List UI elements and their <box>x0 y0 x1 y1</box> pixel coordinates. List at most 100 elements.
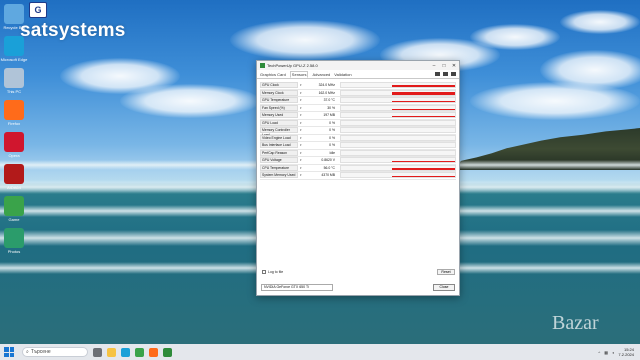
reset-button[interactable]: Reset <box>437 269 455 275</box>
sensor-graph <box>340 134 456 141</box>
chevron-down-icon[interactable]: ▾ <box>300 91 307 95</box>
chevron-down-icon[interactable]: ▾ <box>300 98 307 102</box>
chevron-down-icon[interactable]: ▾ <box>300 143 307 147</box>
sensor-row: PerfCap Reason ▾ Idle <box>260 149 456 157</box>
sensor-graph <box>340 172 456 179</box>
sensor-graph <box>340 164 456 171</box>
desktop-icon-label: Photos <box>7 249 21 254</box>
sensor-graph <box>340 149 456 156</box>
menu-icon[interactable] <box>451 72 456 76</box>
tab-graphics-card[interactable]: Graphics Card <box>260 72 286 77</box>
chevron-down-icon[interactable]: ▾ <box>300 158 307 162</box>
sensor-value: 56.0 °C <box>323 165 335 170</box>
sensor-graph-fill <box>392 176 455 178</box>
gpuz-window: TechPowerUp GPU-Z 2.58.0 – □ ✕ Graphics … <box>256 60 460 296</box>
sensor-graph <box>340 142 456 149</box>
tab-advanced[interactable]: Advanced <box>312 72 330 77</box>
sensor-label: System Memory Used <box>260 172 298 179</box>
sensor-graph-fill <box>392 91 455 95</box>
sensor-graph <box>340 157 456 164</box>
close-window-button[interactable]: ✕ <box>449 63 459 69</box>
taskbar-search[interactable]: ⌕ Търсене <box>22 347 88 357</box>
aida64-icon[interactable] <box>4 164 24 184</box>
computer-icon[interactable] <box>4 68 24 88</box>
chevron-down-icon[interactable]: ▾ <box>300 106 307 110</box>
sensor-graph-fill <box>392 108 455 110</box>
chevron-down-icon[interactable]: ▾ <box>300 173 307 177</box>
chevron-down-icon[interactable]: ▾ <box>300 136 307 140</box>
sensor-value: 37.0 °C <box>323 98 335 103</box>
search-placeholder: Търсене <box>30 349 51 355</box>
tab-validation[interactable]: Validation <box>334 72 351 77</box>
store-taskbar-icon[interactable] <box>135 347 144 357</box>
tab-sensors[interactable]: Sensors <box>289 70 309 78</box>
network-icon[interactable]: ▦ <box>604 350 608 355</box>
gpuz-taskbar-icon[interactable] <box>163 347 172 357</box>
chevron-down-icon[interactable]: ▾ <box>300 121 307 125</box>
sensor-graph <box>340 82 456 89</box>
sensor-value: 0 % <box>329 143 335 148</box>
window-title: TechPowerUp GPU-Z 2.58.0 <box>267 63 318 68</box>
sensor-graph-fill <box>392 84 455 88</box>
sensor-row: Memory Used ▾ 197 MB <box>260 112 456 120</box>
volume-icon[interactable]: ◖ <box>612 350 614 355</box>
firefox-taskbar-icon[interactable] <box>149 347 158 357</box>
clock-date: 7.2.2024 <box>618 352 634 357</box>
sensor-label: Memory Clock <box>260 89 298 96</box>
sensor-graph-fill <box>392 161 455 163</box>
sensor-graph <box>340 127 456 134</box>
log-to-file[interactable]: Log to file <box>262 270 283 274</box>
sensor-row: GPU Voltage ▾ 0.8620 V <box>260 157 456 165</box>
system-tray: ^ ▦ ◖ 15:24 7.2.2024 <box>598 347 640 357</box>
sensor-row: Memory Controller Load▾ 0 % <box>260 127 456 137</box>
sensor-graph-fill <box>392 116 455 118</box>
task-view-icon[interactable] <box>93 347 102 357</box>
refresh-icon[interactable] <box>443 72 448 76</box>
game-icon[interactable] <box>4 196 24 216</box>
chevron-down-icon[interactable]: ▾ <box>300 113 307 117</box>
start-button[interactable] <box>4 347 14 357</box>
desktop-icon-label: Recycle Bin <box>3 25 25 30</box>
recycle-bin-icon[interactable] <box>4 4 24 24</box>
desktop-icon-label: Game <box>8 217 20 222</box>
sensor-label: Fan Speed (%) <box>260 104 298 111</box>
chevron-down-icon[interactable]: ▾ <box>300 83 307 87</box>
sensor-label: PerfCap Reason <box>260 149 298 156</box>
title-bar[interactable]: TechPowerUp GPU-Z 2.58.0 – □ ✕ <box>257 61 459 70</box>
chevron-down-icon[interactable]: ▾ <box>300 166 307 170</box>
sensor-label: GPU Temperature <box>260 97 298 104</box>
camera-icon[interactable] <box>435 72 440 76</box>
minimize-button[interactable]: – <box>429 63 439 69</box>
window-footer: Log to file Reset NVIDIA GeForce GTX 650… <box>260 269 456 292</box>
sensor-row: Fan Speed (%) ▾ 30 % <box>260 104 456 112</box>
sensor-graph-fill <box>392 101 455 103</box>
log-to-file-label: Log to file <box>268 270 284 274</box>
chevron-down-icon[interactable]: ▾ <box>300 151 307 155</box>
log-to-file-checkbox[interactable] <box>262 270 266 274</box>
photo-icon[interactable] <box>4 228 24 248</box>
chevron-up-icon[interactable]: ^ <box>598 350 600 355</box>
sensor-row: Bus Interface Load ▾ 0 % <box>260 142 456 150</box>
file-explorer-icon[interactable] <box>107 347 116 357</box>
device-select[interactable]: NVIDIA GeForce GTX 650 Ti <box>261 284 333 291</box>
watermark-text: satsystems <box>20 20 126 41</box>
sensor-value: 162.0 MHz <box>318 90 335 95</box>
edge-taskbar-icon[interactable] <box>121 347 130 357</box>
sensor-label: Memory Used <box>260 112 298 119</box>
sensor-label: Memory Controller Load <box>260 127 298 137</box>
firefox-icon[interactable] <box>4 100 24 120</box>
sensor-row: GPU Load ▾ 0 % <box>260 119 456 127</box>
desktop-icon-label: Firefox <box>7 121 21 126</box>
sensor-graph <box>340 119 456 126</box>
close-button[interactable]: Close <box>433 284 455 291</box>
maximize-button[interactable]: □ <box>439 63 449 69</box>
desktop-icon-label: AIDA64 <box>7 185 21 190</box>
sensor-value: 324.0 MHz <box>318 83 335 88</box>
sensor-graph <box>340 97 456 104</box>
microsoft-edge-icon[interactable] <box>4 36 24 56</box>
clock[interactable]: 15:24 7.2.2024 <box>618 347 634 357</box>
opera-icon[interactable] <box>4 132 24 152</box>
sensor-row: Video Engine Load ▾ 0 % <box>260 134 456 142</box>
bazar-watermark: Bazar <box>552 312 599 334</box>
chevron-down-icon[interactable]: ▾ <box>300 128 307 132</box>
